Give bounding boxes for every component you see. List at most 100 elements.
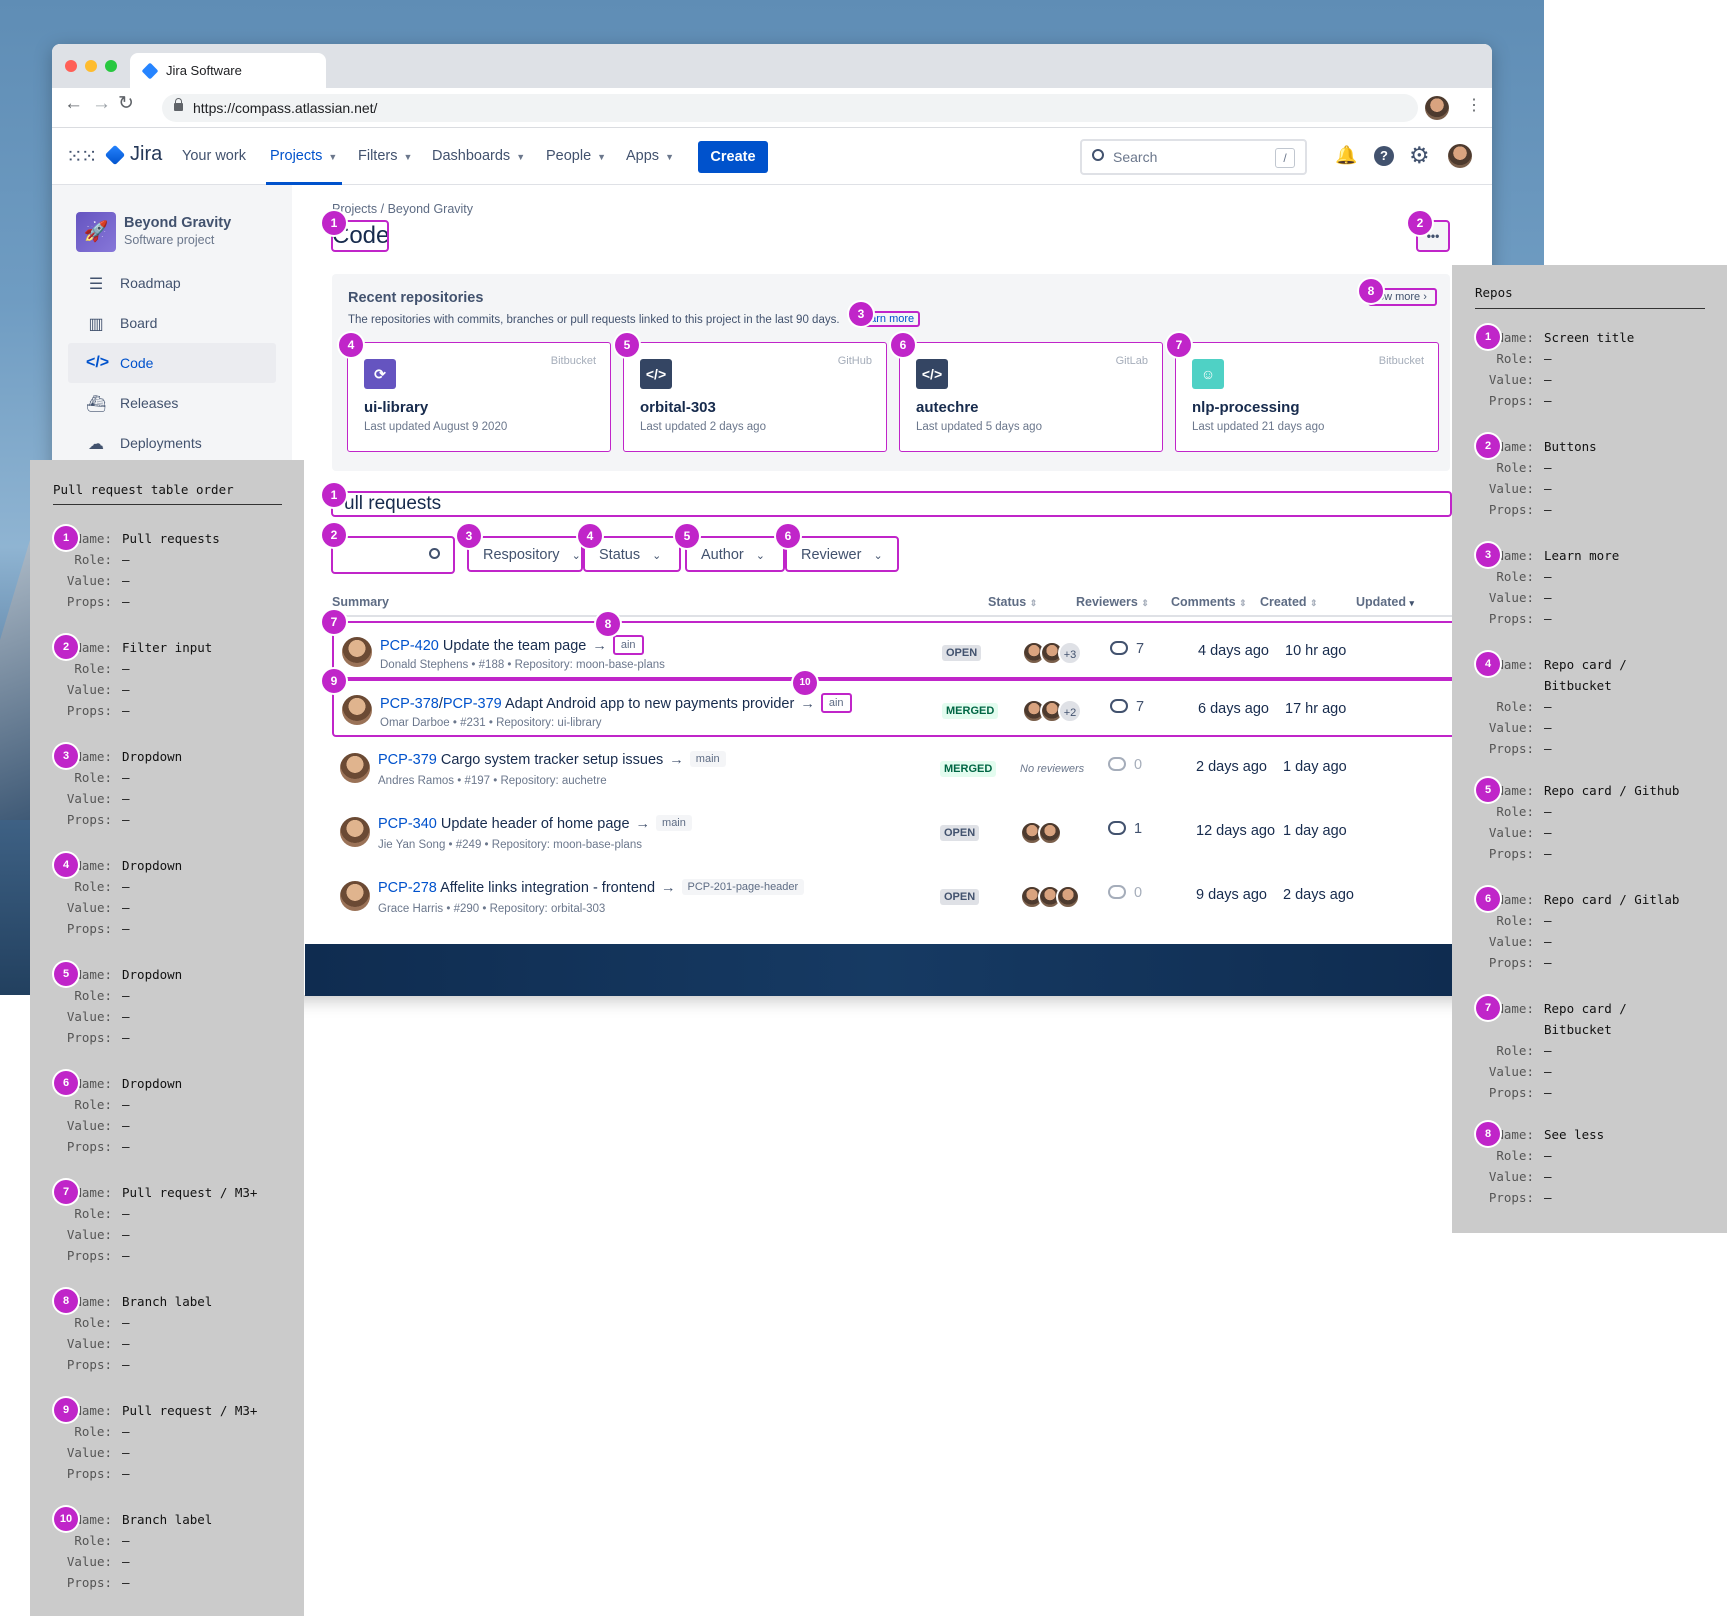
browser-tab[interactable]: Jira Software — [130, 53, 326, 88]
annotation-number-badge: 6 — [54, 1071, 78, 1095]
repo-card[interactable]: GitLab </> autechre Last updated 5 days … — [899, 342, 1163, 452]
comment-icon — [1108, 757, 1126, 771]
forward-icon[interactable]: → — [92, 94, 111, 114]
annotation-field-props: Props: – — [66, 918, 294, 939]
reload-icon[interactable]: ↻ — [118, 94, 134, 114]
sidebar-item-releases[interactable]: ⛴ Releases — [68, 383, 276, 423]
search-input[interactable]: Search / — [1080, 139, 1307, 175]
annotation-entry: 3 Name: Dropdown Role: – Value: – Props: – — [54, 744, 294, 830]
sidebar-item-deployments[interactable]: ☁ Deployments — [68, 423, 276, 463]
nav-filters[interactable]: Filters ▼ — [358, 148, 412, 164]
annotation-field-value: – — [1544, 1064, 1552, 1079]
pr-title[interactable]: PCP-340 Update header of home page → main — [378, 815, 692, 832]
repo-card[interactable]: Bitbucket ⟳ ui-library Last updated Augu… — [347, 342, 611, 452]
jira-logo-text[interactable]: Jira — [130, 143, 162, 166]
comments-count[interactable]: 7 — [1110, 699, 1144, 715]
url-field[interactable]: https://compass.atlassian.net/ — [162, 94, 1418, 122]
pull-request-row[interactable]: PCP-379 Cargo system tracker setup issue… — [332, 739, 1460, 797]
pr-key[interactable]: PCP-278 — [378, 880, 437, 896]
comments-count[interactable]: 1 — [1108, 821, 1142, 837]
annotation-badge: 6 — [891, 333, 915, 357]
minimize-window-button[interactable] — [85, 60, 97, 72]
pr-key[interactable]: PCP-420 — [380, 638, 439, 654]
user-avatar[interactable] — [1448, 144, 1472, 168]
notifications-bell-icon[interactable]: 🔔 — [1335, 145, 1357, 166]
pr-key[interactable]: PCP-379 — [378, 752, 437, 768]
pr-key-secondary[interactable]: PCP-379 — [443, 696, 502, 712]
repo-card[interactable]: Bitbucket ☺ nlp-processing Last updated … — [1175, 342, 1439, 452]
reviewer-dropdown[interactable]: Reviewer ⌄ — [785, 536, 899, 572]
pr-key[interactable]: PCP-378 — [380, 696, 439, 712]
annotation-field-value: Value: – — [1488, 1061, 1716, 1082]
nav-your-work[interactable]: Your work — [182, 148, 246, 164]
app-switcher-icon[interactable]: ⁙⁙ — [66, 144, 97, 169]
comments-count[interactable]: 0 — [1108, 885, 1142, 901]
annotation-badge: 6 — [776, 524, 800, 548]
updated-date: 1 day ago — [1283, 759, 1347, 775]
breadcrumb[interactable]: Projects / Beyond Gravity — [332, 202, 473, 216]
close-window-button[interactable] — [65, 60, 77, 72]
reviewers-more-count[interactable]: +3 — [1058, 641, 1082, 665]
column-header-created[interactable]: Created ⇕ — [1260, 595, 1318, 609]
annotation-field-value: – — [1544, 1169, 1552, 1184]
sidebar-item-board[interactable]: ▥ Board — [68, 303, 276, 343]
annotation-field-key: Value: — [66, 682, 112, 697]
sidebar-item-label: Deployments — [120, 435, 202, 451]
author-avatar — [340, 881, 370, 911]
status-badge: MERGED — [942, 703, 999, 719]
column-header-comments[interactable]: Comments ⇕ — [1171, 595, 1247, 609]
sidebar-item-roadmap[interactable]: ☰ Roadmap — [68, 263, 276, 303]
annotation-field-key: Props: — [66, 1030, 112, 1045]
annotation-field-value: – — [122, 1554, 130, 1569]
pr-title[interactable]: PCP-378/PCP-379 Adapt Android app to new… — [380, 693, 852, 713]
pr-title[interactable]: PCP-379 Cargo system tracker setup issue… — [378, 751, 726, 768]
annotation-field-value: – — [122, 791, 130, 806]
pr-title[interactable]: PCP-420 Update the team page → ain — [380, 635, 644, 655]
settings-gear-icon[interactable]: ⚙ — [1409, 142, 1430, 168]
annotation-number-badge: 4 — [1476, 652, 1500, 676]
annotation-number-badge: 3 — [1476, 543, 1500, 567]
help-icon[interactable]: ? — [1374, 146, 1394, 166]
pull-request-row[interactable]: PCP-278 Affelite links integration - fro… — [332, 867, 1460, 925]
maximize-window-button[interactable] — [105, 60, 117, 72]
annotation-field-props: Props: – — [66, 700, 294, 721]
nav-apps[interactable]: Apps ▼ — [626, 148, 674, 164]
project-type: Software project — [124, 233, 215, 247]
search-icon — [429, 548, 440, 559]
annotation-number-badge: 2 — [1476, 434, 1500, 458]
chevron-down-icon: ⌄ — [873, 550, 883, 562]
lock-icon — [174, 98, 183, 111]
browser-menu-icon[interactable]: ⋮ — [1466, 96, 1482, 116]
column-header-reviewers[interactable]: Reviewers ⇕ — [1076, 595, 1149, 609]
filter-input[interactable] — [331, 536, 455, 574]
pull-request-row[interactable]: PCP-340 Update header of home page → main … — [332, 803, 1460, 861]
browser-profile-avatar[interactable] — [1425, 96, 1449, 120]
annotation-field-value: – — [122, 879, 130, 894]
column-header-status[interactable]: Status ⇕ — [988, 595, 1037, 609]
pull-request-row[interactable]: PCP-420 Update the team page → ain Donald … — [332, 621, 1460, 679]
comments-count[interactable]: 0 — [1108, 757, 1142, 773]
pr-key[interactable]: PCP-340 — [378, 816, 437, 832]
nav-people[interactable]: People ▼ — [546, 148, 606, 164]
annotation-field-name: Name: Repo card / Github — [1488, 780, 1716, 801]
column-header-updated[interactable]: Updated ▾ — [1356, 595, 1414, 609]
annotation-entry: 4 Name: Repo card / Bitbucket Role: – Value: –… — [1476, 652, 1716, 759]
repo-card[interactable]: GitHub </> orbital-303 Last updated 2 da… — [623, 342, 887, 452]
nav-dashboards[interactable]: Dashboards ▼ — [432, 148, 525, 164]
sidebar-item-code[interactable]: </> Code — [68, 343, 276, 383]
roadmap-icon: ☰ — [88, 276, 104, 293]
chevron-down-icon: ▼ — [328, 152, 338, 162]
annotation-field-key: Props: — [66, 1466, 112, 1481]
pr-title[interactable]: PCP-278 Affelite links integration - fro… — [378, 879, 805, 896]
pull-request-row[interactable]: PCP-378/PCP-379 Adapt Android app to new… — [332, 679, 1460, 737]
back-icon[interactable]: ← — [64, 94, 83, 114]
create-button[interactable]: Create — [698, 141, 768, 173]
nav-projects[interactable]: Projects ▼ — [270, 148, 337, 164]
reviewers-more-count[interactable]: +2 — [1058, 699, 1082, 723]
repository-dropdown[interactable]: Respository ⌄ — [467, 536, 583, 572]
comments-count[interactable]: 7 — [1110, 641, 1144, 657]
annotation-field-value: – — [122, 1206, 130, 1221]
author-dropdown[interactable]: Author ⌄ — [685, 536, 785, 572]
annotation-field-value: Dropdown — [122, 1076, 183, 1091]
column-header-summary[interactable]: Summary — [332, 595, 389, 609]
